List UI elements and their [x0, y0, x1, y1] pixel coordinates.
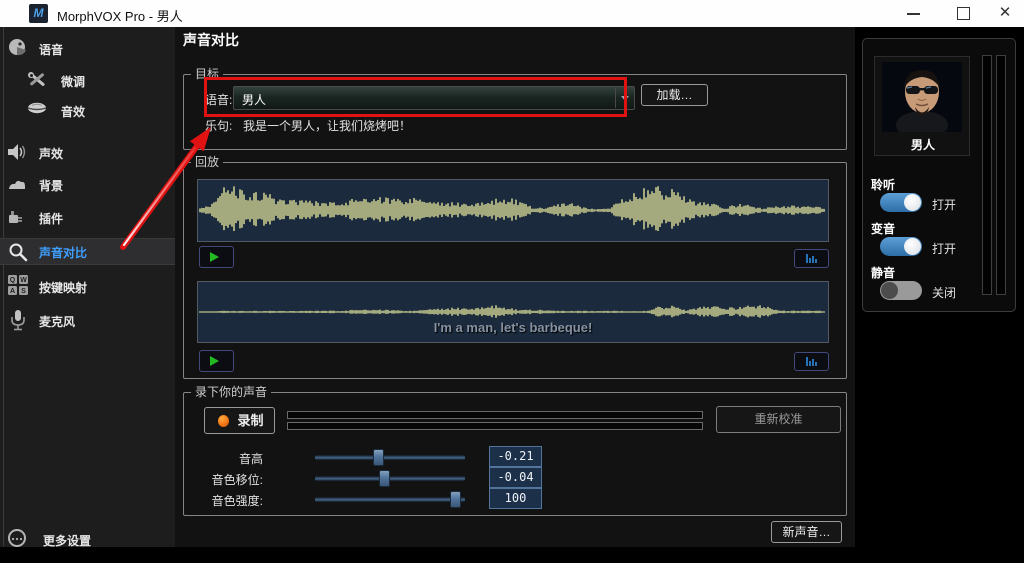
sidebar-item-key-mapping[interactable]: Q W A S 按键映射: [0, 274, 175, 300]
pitch-slider-thumb[interactable]: [373, 449, 384, 466]
more-settings-icon: [8, 529, 26, 547]
cloud-icon: [9, 180, 25, 189]
svg-text:A: A: [10, 288, 15, 295]
svg-text:S: S: [21, 288, 26, 295]
load-button[interactable]: 加载…: [641, 84, 708, 106]
morph-label: 变音: [871, 222, 896, 236]
sidebar-item-voices[interactable]: 语音: [0, 36, 175, 62]
new-voice-button[interactable]: 新声音…: [771, 521, 842, 543]
close-icon: ✕: [998, 4, 1012, 21]
timbre-strength-slider-thumb[interactable]: [450, 491, 461, 508]
tools-icon: [28, 72, 45, 86]
record-group-legend: 录下你的声音: [191, 386, 272, 399]
level-meter-left: [982, 55, 992, 295]
sidebar-item-microphone[interactable]: 麦克风: [0, 308, 175, 334]
minimize-icon: [907, 13, 920, 15]
sidebar-item-tweak[interactable]: 微调: [0, 68, 175, 94]
page-title: 声音对比: [183, 32, 239, 48]
speaker-icon: [8, 144, 26, 160]
maximize-icon: [957, 7, 970, 20]
pitch-value-field[interactable]: -0.21: [489, 446, 542, 467]
listen-label: 聆听: [871, 178, 896, 192]
toggle-knob: [904, 194, 921, 211]
sidebar-item-label: 语音: [39, 43, 64, 57]
avatar-name-label: 男人: [910, 138, 935, 152]
target-spectrum-button[interactable]: [794, 249, 829, 268]
sidebar-item-label: 声效: [39, 147, 64, 161]
magnifier-icon: [9, 243, 28, 262]
play-your-voice-button[interactable]: [199, 350, 234, 372]
play-icon: [210, 356, 219, 366]
target-waveform-display: [197, 179, 829, 242]
annotation-arrow: [120, 127, 211, 250]
your-voice-waveform-display: I'm a man, let's barbeque!: [197, 281, 829, 343]
sidebar-item-label: 按键映射: [39, 281, 88, 295]
listen-state-label: 打开: [932, 198, 957, 212]
sidebar-item-label: 背景: [39, 179, 64, 193]
window-title: MorphVOX Pro - 男人: [57, 9, 183, 24]
annotation-highlight-box: [204, 77, 627, 117]
record-button[interactable]: 录制: [204, 407, 275, 434]
timbre-strength-label: 音色强度:: [211, 494, 263, 508]
toggle-knob: [904, 238, 921, 255]
timbre-shift-slider[interactable]: [315, 470, 465, 487]
pitch-label: 音高: [238, 452, 263, 466]
listen-toggle[interactable]: [880, 193, 922, 212]
timbre-shift-slider-thumb[interactable]: [379, 470, 390, 487]
app-logo-icon: M: [29, 4, 48, 23]
record-level-bar-bottom: [287, 422, 703, 430]
waveform-caption: I'm a man, let's barbeque!: [433, 320, 593, 335]
level-meter-right: [996, 55, 1006, 295]
phrase-text: 我是一个男人，让我们烧烤吧！: [243, 119, 412, 133]
voice-head-icon: [9, 39, 26, 56]
svg-text:Q: Q: [10, 277, 16, 284]
maximize-button[interactable]: [948, 0, 978, 27]
timbre-shift-value-field[interactable]: -0.04: [489, 467, 542, 488]
minimize-button[interactable]: [898, 0, 928, 27]
recalibrate-button[interactable]: 重新校准: [716, 406, 841, 433]
bottom-black-bar: [0, 547, 1024, 563]
sidebar-item-label: 麦克风: [39, 315, 76, 329]
spectrum-icon: [806, 254, 817, 263]
spectrum-icon: [806, 357, 817, 366]
voice-avatar: [882, 62, 962, 132]
microphone-icon: [11, 310, 25, 331]
toggle-knob: [881, 282, 898, 299]
mute-state-label: 关闭: [932, 286, 957, 300]
sidebar-item-label: 声音对比: [39, 246, 88, 260]
lips-icon: [27, 102, 47, 114]
morph-state-label: 打开: [932, 242, 957, 256]
timbre-shift-label: 音色移位:: [211, 473, 263, 487]
plugin-icon: [9, 211, 22, 223]
target-waveform: [199, 186, 825, 231]
morph-toggle[interactable]: [880, 237, 922, 256]
timbre-strength-slider[interactable]: [315, 491, 465, 508]
mute-toggle[interactable]: [880, 281, 922, 300]
sidebar-item-label: 插件: [39, 212, 64, 226]
pitch-slider[interactable]: [315, 449, 465, 466]
timbre-strength-value-field[interactable]: 100: [489, 488, 542, 509]
close-button[interactable]: ✕: [990, 0, 1020, 27]
title-bar: M MorphVOX Pro - 男人 ✕: [0, 0, 1024, 27]
your-voice-spectrum-button[interactable]: [794, 352, 829, 371]
hotkeys-icon: Q W A S: [8, 275, 28, 295]
svg-text:W: W: [20, 277, 27, 284]
sidebar-item-label: 微调: [61, 75, 86, 89]
record-level-bar-top: [287, 411, 703, 419]
mute-label: 静音: [871, 266, 896, 280]
voice-avatar-frame: 男人: [874, 56, 970, 156]
record-dot-icon: [218, 415, 229, 427]
sidebar-item-label: 音效: [61, 105, 86, 119]
record-button-label: 录制: [237, 413, 264, 428]
